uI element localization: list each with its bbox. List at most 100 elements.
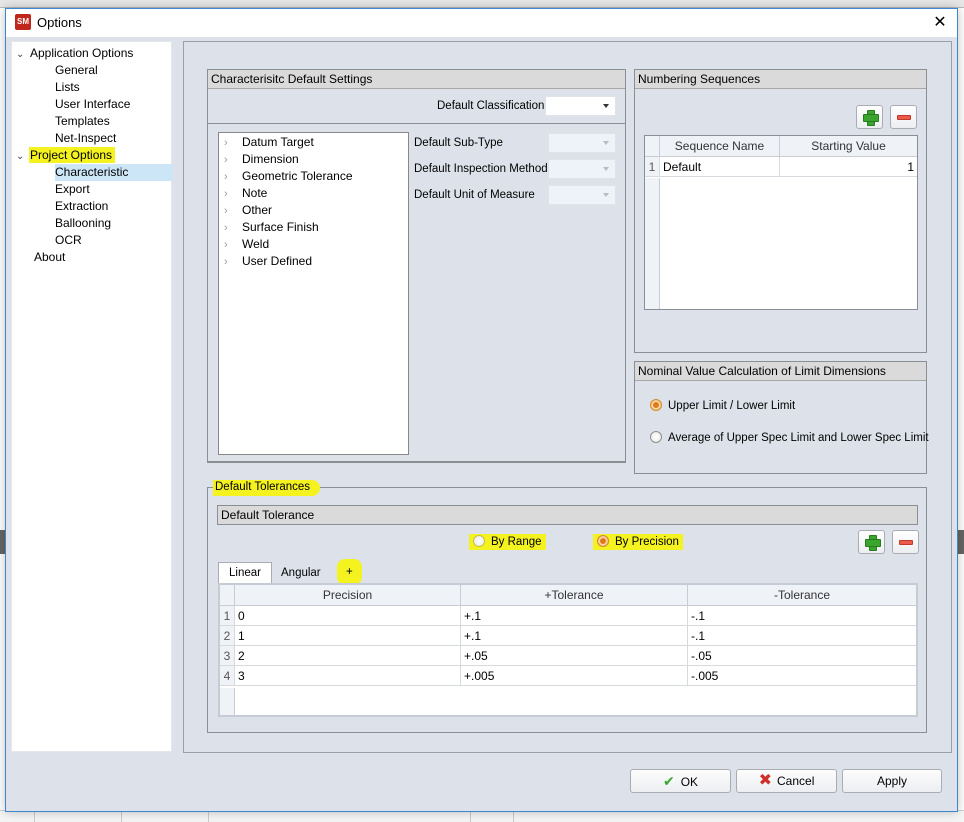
plus-tolerance-cell[interactable]: +.05: [460, 645, 688, 666]
minus-icon: [899, 540, 913, 545]
tree-item-dimension[interactable]: › Dimension: [224, 151, 299, 168]
column-header-plus-tolerance[interactable]: +Tolerance: [460, 585, 688, 606]
table-row[interactable]: 2 1 +.1 -.1: [220, 625, 916, 646]
minus-tolerance-cell[interactable]: -.1: [687, 625, 916, 646]
nav-item-net-inspect[interactable]: Net-Inspect: [55, 130, 116, 147]
characteristic-defaults-panel: Characterisitc Default Settings Default …: [207, 69, 626, 463]
radio-upper-lower-limit[interactable]: Upper Limit / Lower Limit: [650, 399, 795, 412]
default-tolerances-group: Default Tolerances Default Tolerance By …: [207, 480, 927, 733]
numbering-sequences-panel: Numbering Sequences Sequence Name Starti…: [634, 69, 927, 353]
tree-item-label: Other: [242, 203, 273, 217]
plus-tolerance-cell[interactable]: +.1: [460, 625, 688, 646]
tree-item-label: Datum Target: [242, 135, 314, 149]
nav-item-ocr[interactable]: OCR: [55, 232, 82, 249]
precision-cell[interactable]: 2: [234, 645, 461, 666]
radio-unselected-icon: [650, 431, 662, 443]
tab-linear[interactable]: Linear: [218, 562, 272, 583]
row-number-header: [645, 136, 660, 157]
default-tolerance-header: Default Tolerance: [217, 505, 918, 525]
radio-by-range[interactable]: By Range: [469, 534, 546, 550]
radio-by-precision[interactable]: By Precision: [593, 534, 683, 550]
cancel-button[interactable]: ✖ Cancel: [736, 769, 837, 793]
tab-add-new[interactable]: +: [337, 559, 362, 585]
chevron-right-icon: ›: [224, 222, 228, 234]
default-subtype-dropdown[interactable]: [548, 133, 616, 153]
nav-item-templates[interactable]: Templates: [55, 113, 110, 130]
tolerance-table: Precision +Tolerance -Tolerance 1 0 +.1 …: [218, 583, 918, 717]
ok-button[interactable]: ✔ OK: [630, 769, 731, 793]
plus-tolerance-cell[interactable]: +.1: [460, 605, 688, 626]
radio-selected-icon: [650, 399, 662, 411]
nav-item-ballooning[interactable]: Ballooning: [55, 215, 111, 232]
table-row[interactable]: 1 0 +.1 -.1: [220, 605, 916, 626]
column-header-sequence-name[interactable]: Sequence Name: [659, 136, 780, 157]
add-tolerance-button[interactable]: [858, 530, 885, 554]
minus-tolerance-cell[interactable]: -.05: [687, 645, 916, 666]
remove-tolerance-button[interactable]: [892, 530, 919, 554]
characteristic-type-tree: › Datum Target › Dimension › Geometric Tole…: [218, 132, 409, 455]
column-header-precision[interactable]: Precision: [234, 585, 461, 606]
plus-tolerance-cell[interactable]: +.005: [460, 665, 688, 686]
table-header-row: Precision +Tolerance -Tolerance: [220, 585, 916, 606]
panel-header: Numbering Sequences: [635, 70, 926, 89]
nav-item-user-interface[interactable]: User Interface: [55, 96, 130, 113]
tree-item-note[interactable]: › Note: [224, 185, 267, 202]
chevron-right-icon: ›: [224, 256, 228, 268]
table-row[interactable]: 4 3 +.005 -.005: [220, 665, 916, 686]
minus-icon: [897, 115, 911, 120]
apply-button[interactable]: Apply: [842, 769, 942, 793]
tree-item-geometric-tolerance[interactable]: › Geometric Tolerance: [224, 168, 353, 185]
sequence-name-cell[interactable]: Default: [659, 156, 780, 177]
default-tolerances-legend: Default Tolerances: [213, 480, 321, 496]
title-bar: SM Options ✕: [6, 9, 957, 37]
table-row[interactable]: 1 Default 1: [645, 156, 917, 177]
starting-value-cell[interactable]: 1: [779, 156, 917, 177]
remove-sequence-button[interactable]: [890, 105, 917, 129]
table-row[interactable]: 3 2 +.05 -.05: [220, 645, 916, 666]
row-number: 4: [220, 665, 235, 686]
default-unit-of-measure-dropdown[interactable]: [548, 185, 616, 205]
precision-cell[interactable]: 0: [234, 605, 461, 626]
tree-item-user-defined[interactable]: › User Defined: [224, 253, 312, 270]
close-button[interactable]: ✕: [927, 11, 953, 35]
tree-item-label: Dimension: [242, 152, 299, 166]
tree-item-label: Surface Finish: [242, 220, 319, 234]
tree-item-weld[interactable]: › Weld: [224, 236, 269, 253]
checkmark-icon: ✔: [662, 773, 675, 789]
dropdown-arrow-icon: [603, 104, 609, 108]
nav-item-characteristic[interactable]: Characteristic: [55, 164, 173, 181]
chevron-down-icon: ⌄: [16, 151, 25, 162]
panel-header: Characterisitc Default Settings: [208, 70, 625, 89]
chevron-right-icon: ›: [224, 239, 228, 251]
nav-group-project-options[interactable]: ⌄ Project Options: [16, 147, 116, 164]
radio-unselected-icon: [473, 535, 485, 547]
window-title: Options: [37, 15, 82, 30]
row-number: 1: [645, 156, 660, 177]
radio-average-spec-limits[interactable]: Average of Upper Spec Limit and Lower Sp…: [650, 431, 929, 444]
add-sequence-button[interactable]: [856, 105, 883, 129]
precision-cell[interactable]: 1: [234, 625, 461, 646]
precision-cell[interactable]: 3: [234, 665, 461, 686]
minus-tolerance-cell[interactable]: -.005: [687, 665, 916, 686]
nav-item-general[interactable]: General: [55, 62, 98, 79]
background-header-cell: [957, 530, 964, 554]
column-header-starting-value[interactable]: Starting Value: [779, 136, 917, 157]
nav-item-export[interactable]: Export: [55, 181, 90, 198]
nav-item-about[interactable]: About: [34, 249, 65, 266]
tab-angular[interactable]: Angular: [271, 563, 331, 584]
tree-item-surface-finish[interactable]: › Surface Finish: [224, 219, 319, 236]
default-inspection-method-dropdown[interactable]: [548, 159, 616, 179]
nav-item-lists[interactable]: Lists: [55, 79, 80, 96]
tree-item-other[interactable]: › Other: [224, 202, 272, 219]
default-classification-dropdown[interactable]: [545, 96, 616, 116]
nav-group-application-options[interactable]: ⌄ Application Options: [16, 45, 133, 62]
nav-item-extraction[interactable]: Extraction: [55, 198, 108, 215]
nominal-value-calculation-panel: Nominal Value Calculation of Limit Dimen…: [634, 361, 929, 474]
close-icon: ✕: [933, 14, 947, 31]
chevron-right-icon: ›: [224, 137, 228, 149]
minus-tolerance-cell[interactable]: -.1: [687, 605, 916, 626]
plus-icon: [863, 110, 879, 126]
default-subtype-label: Default Sub-Type: [414, 137, 503, 149]
column-header-minus-tolerance[interactable]: -Tolerance: [687, 585, 916, 606]
tree-item-datum-target[interactable]: › Datum Target: [224, 134, 314, 151]
